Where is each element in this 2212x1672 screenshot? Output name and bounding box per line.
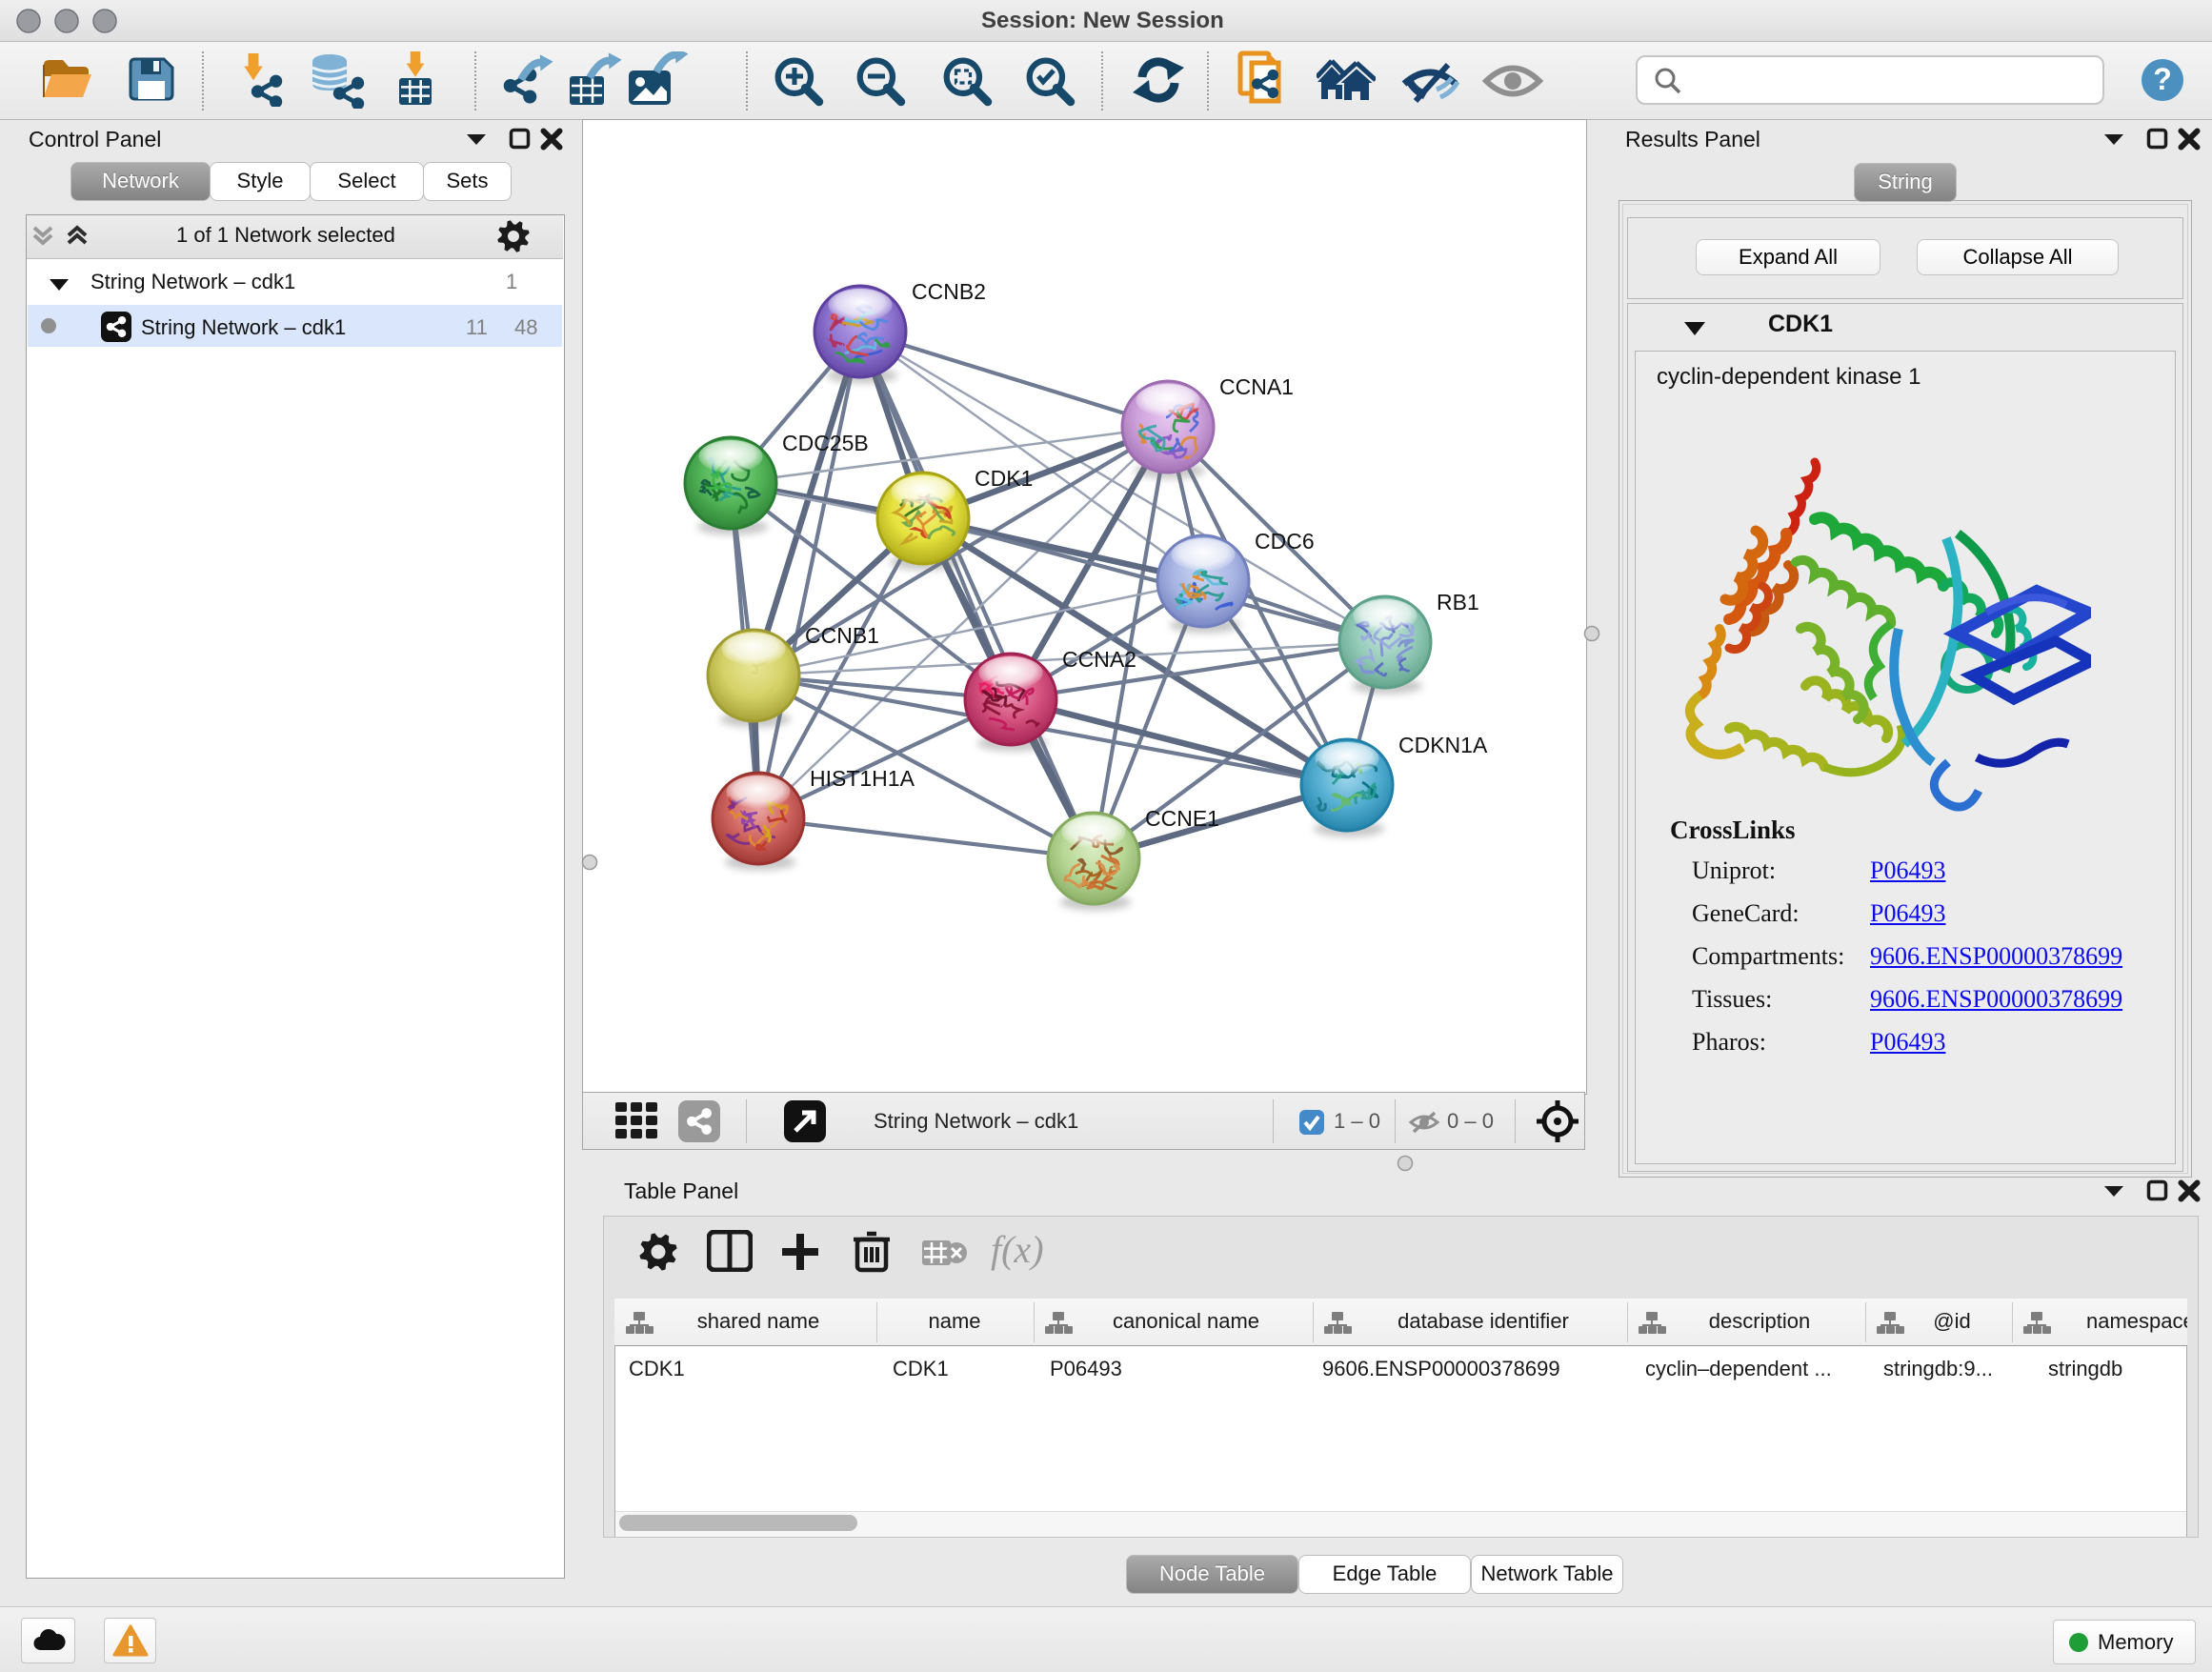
svg-text:CCNB2: CCNB2 xyxy=(912,279,986,304)
svg-text:CDC6: CDC6 xyxy=(1255,529,1315,554)
svg-text:CCNA2: CCNA2 xyxy=(1062,647,1136,672)
svg-text:CCNA1: CCNA1 xyxy=(1219,374,1294,399)
svg-text:?: ? xyxy=(2153,62,2172,96)
svg-text:HIST1H1A: HIST1H1A xyxy=(810,766,915,791)
svg-text:CCNE1: CCNE1 xyxy=(1145,806,1219,831)
svg-text:CDC25B: CDC25B xyxy=(782,431,869,455)
svg-text:RB1: RB1 xyxy=(1437,590,1479,614)
svg-text:CDKN1A: CDKN1A xyxy=(1398,733,1488,757)
svg-text:CCNB1: CCNB1 xyxy=(805,623,879,648)
svg-text:CDK1: CDK1 xyxy=(975,466,1033,491)
